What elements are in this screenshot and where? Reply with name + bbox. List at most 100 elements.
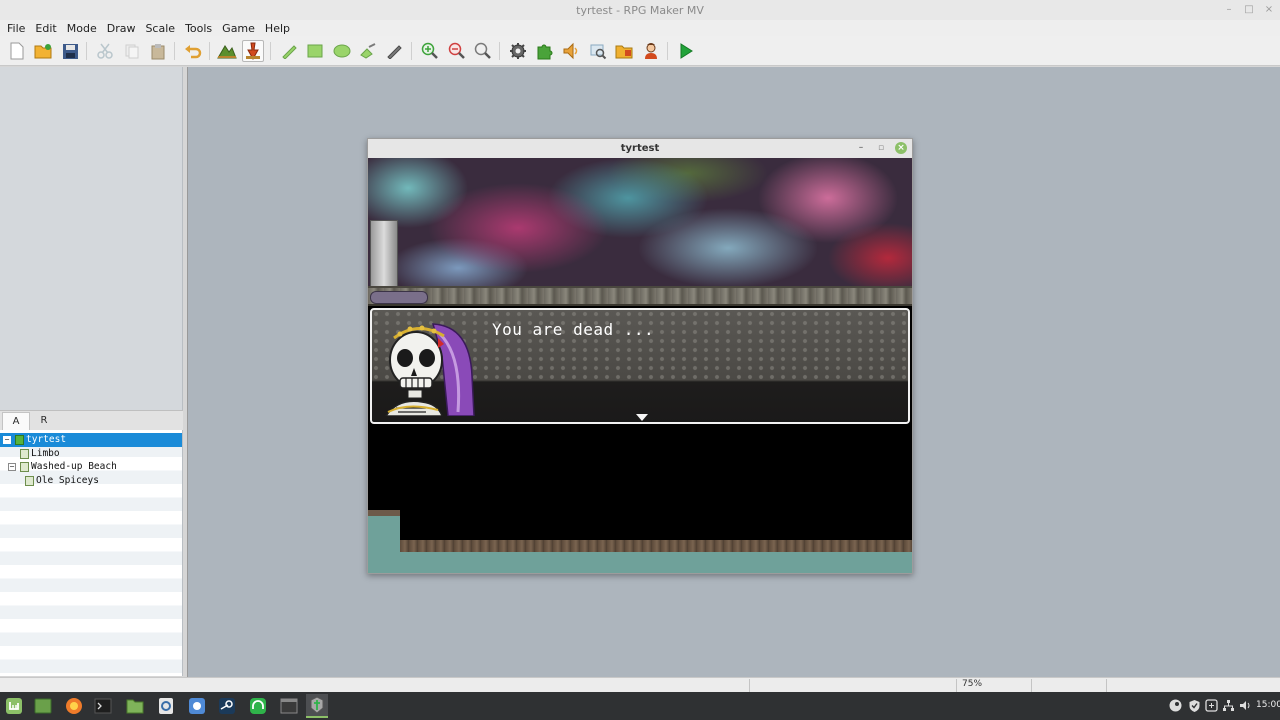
headphones-app-icon <box>250 698 266 714</box>
tab-r[interactable]: R <box>30 412 58 430</box>
status-divider <box>1031 679 1032 692</box>
steam-button[interactable] <box>216 696 238 716</box>
headphones-app-button[interactable] <box>247 696 269 716</box>
collapse-icon[interactable]: − <box>3 436 11 444</box>
menu-edit[interactable]: Edit <box>30 22 61 35</box>
playtest-minimize-button[interactable]: – <box>854 141 868 155</box>
zoom-out-button[interactable] <box>446 40 468 62</box>
map-icon <box>25 475 34 486</box>
event-searcher-icon <box>590 44 607 60</box>
ellipse-button[interactable] <box>331 40 353 62</box>
pencil-button[interactable] <box>278 40 300 62</box>
shield-tray-icon[interactable] <box>1187 698 1201 712</box>
firefox-icon <box>66 698 82 714</box>
copy-icon <box>125 44 139 59</box>
shadow-pen-icon <box>387 45 402 59</box>
tree-item-map[interactable]: − Washed-up Beach <box>0 460 182 474</box>
tileset-panel[interactable] <box>0 67 183 410</box>
plugin-manager-icon <box>537 44 553 60</box>
firefox-button[interactable] <box>63 696 85 716</box>
new-project-button[interactable] <box>6 40 28 62</box>
event-searcher-button[interactable] <box>587 40 609 62</box>
message-window[interactable]: You are dead ... <box>370 308 910 424</box>
cut-icon <box>97 43 113 59</box>
database-button[interactable] <box>507 40 529 62</box>
chromium-button[interactable] <box>186 696 208 716</box>
toolbar-separator <box>499 42 500 60</box>
tree-item-project[interactable]: − tyrtest <box>0 433 182 447</box>
rpg-maker-icon <box>310 696 324 714</box>
update-tray-icon[interactable] <box>1204 698 1218 712</box>
app-button[interactable] <box>155 696 177 716</box>
tree-item-map[interactable]: Limbo <box>0 447 182 461</box>
plugin-manager-button[interactable] <box>534 40 556 62</box>
open-project-icon <box>34 44 52 59</box>
tree-item-map[interactable]: Ole Spiceys <box>0 474 182 488</box>
menu-tools[interactable]: Tools <box>180 22 217 35</box>
flood-fill-button[interactable] <box>357 40 379 62</box>
toolbar-separator <box>209 42 210 60</box>
ellipse-icon <box>333 44 351 58</box>
tileset-tabs: A R <box>0 410 183 430</box>
copy-button[interactable] <box>121 40 143 62</box>
floor-ledge <box>400 540 912 552</box>
open-project-button[interactable] <box>32 40 54 62</box>
character-generator-button[interactable] <box>640 40 662 62</box>
message-continue-arrow-icon[interactable] <box>636 414 648 421</box>
menu-help[interactable]: Help <box>260 22 295 35</box>
character-generator-icon <box>645 43 657 59</box>
taskbar: 15:00 <box>0 692 1280 720</box>
sound-test-icon <box>563 42 578 60</box>
menu-mode[interactable]: Mode <box>62 22 102 35</box>
show-desktop-button[interactable] <box>32 696 54 716</box>
pencil-icon <box>282 45 297 59</box>
sound-test-button[interactable] <box>560 40 582 62</box>
menu-game[interactable]: Game <box>217 22 260 35</box>
rectangle-icon <box>307 44 323 58</box>
close-button[interactable]: × <box>1262 3 1276 17</box>
shadow-pen-button[interactable] <box>384 40 406 62</box>
status-divider <box>1106 679 1107 692</box>
status-divider <box>956 679 957 692</box>
collapse-icon[interactable]: − <box>8 463 16 471</box>
zoom-in-button[interactable] <box>419 40 441 62</box>
rpg-maker-button[interactable] <box>306 694 328 718</box>
menu-file[interactable]: File <box>2 22 30 35</box>
message-text: You are dead ... <box>492 320 655 339</box>
menu-scale[interactable]: Scale <box>140 22 180 35</box>
tab-a[interactable]: A <box>2 412 30 430</box>
maximize-button[interactable]: □ <box>1242 3 1256 17</box>
playtest-maximize-button[interactable]: ▫ <box>874 141 888 155</box>
steam-tray-icon[interactable] <box>1168 698 1182 712</box>
files-button[interactable] <box>124 696 146 716</box>
save-project-button[interactable] <box>59 40 81 62</box>
map-icon <box>20 448 29 459</box>
network-tray-icon[interactable] <box>1221 698 1235 712</box>
clock: 15:00 <box>1256 700 1280 710</box>
playtest-button[interactable] <box>675 40 697 62</box>
cut-button[interactable] <box>94 40 116 62</box>
rectangle-button[interactable] <box>304 40 326 62</box>
toolbar-separator <box>270 42 271 60</box>
playtest-close-button[interactable]: × <box>895 142 907 154</box>
terminal-button[interactable] <box>92 696 114 716</box>
event-mode-button[interactable] <box>242 40 264 62</box>
mint-menu-button[interactable] <box>3 696 25 716</box>
paste-button[interactable] <box>147 40 169 62</box>
tree-item-label: Washed-up Beach <box>31 461 117 472</box>
flood-fill-icon <box>360 43 376 59</box>
undo-button[interactable] <box>182 40 204 62</box>
undo-icon <box>185 45 202 59</box>
resource-manager-button[interactable] <box>613 40 635 62</box>
status-bar: 75% <box>0 677 1280 692</box>
minimize-button[interactable]: – <box>1222 3 1236 17</box>
toolbar-separator <box>411 42 412 60</box>
zoom-actual-button[interactable] <box>472 40 494 62</box>
game-canvas[interactable]: You are dead ... <box>368 158 912 573</box>
window-button[interactable] <box>278 696 300 716</box>
map-mode-button[interactable] <box>216 40 238 62</box>
project-folder-icon <box>15 435 24 445</box>
terminal-icon <box>94 698 112 714</box>
menu-draw[interactable]: Draw <box>102 22 141 35</box>
volume-tray-icon[interactable] <box>1238 698 1252 712</box>
